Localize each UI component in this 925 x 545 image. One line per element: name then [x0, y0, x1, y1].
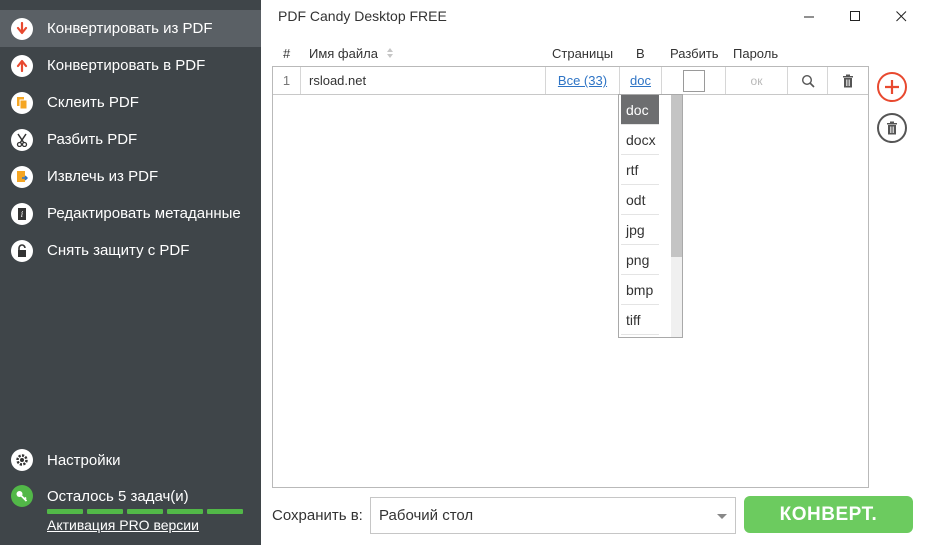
row-pages-cell: Все (33): [545, 67, 620, 94]
sidebar-item-label: Конвертировать в PDF: [47, 57, 206, 74]
format-option-bmp[interactable]: bmp: [621, 275, 659, 305]
format-option-docx[interactable]: docx: [621, 125, 659, 155]
dropdown-scrollbar-thumb[interactable]: [671, 95, 682, 257]
trash-icon: [887, 121, 897, 135]
preview-button[interactable]: [788, 67, 828, 94]
magnifier-icon: [801, 74, 815, 88]
row-number: 1: [273, 67, 301, 94]
format-option-odt[interactable]: odt: [621, 185, 659, 215]
format-option-tiff[interactable]: tiff: [621, 305, 659, 335]
row-filename: rsload.net: [309, 73, 367, 88]
close-button[interactable]: [878, 0, 924, 32]
format-option-rtf[interactable]: rtf: [621, 155, 659, 185]
tasks-remaining-label: Осталось 5 задач(и): [47, 487, 189, 505]
column-header-password: Пароль: [733, 46, 779, 61]
tasks-progress-bar: [47, 509, 243, 514]
format-option-jpg[interactable]: jpg: [621, 215, 659, 245]
gear-icon: [11, 449, 33, 471]
split-pdf-icon: [11, 128, 33, 151]
sidebar-item-label: Склеить PDF: [47, 94, 139, 111]
edit-metadata-icon: i: [11, 202, 33, 225]
window-title: PDF Candy Desktop FREE: [278, 8, 447, 24]
sidebar-item-merge-pdf[interactable]: Склеить PDF: [0, 84, 261, 121]
svg-text:i: i: [21, 210, 24, 219]
merge-pdf-icon: [11, 91, 33, 114]
clear-all-button[interactable]: [877, 113, 907, 143]
convert-button[interactable]: КОНВЕРТ.: [744, 496, 913, 533]
file-table: 1 rsload.net Все (33) doc ок: [272, 66, 869, 488]
column-header-filename[interactable]: Имя файла: [309, 46, 394, 61]
sidebar-item-settings[interactable]: Настройки: [0, 445, 261, 475]
delete-row-button[interactable]: [828, 67, 868, 94]
sidebar-item-label: Снять защиту с PDF: [47, 242, 190, 259]
trash-icon: [843, 74, 853, 87]
chevron-down-icon: [717, 514, 727, 519]
format-dropdown: doc docx rtf odt jpg png bmp tiff: [618, 94, 683, 338]
column-header-format: В: [636, 46, 645, 61]
format-option-doc[interactable]: doc: [621, 95, 659, 125]
row-format-cell: doc: [620, 67, 662, 94]
convert-from-pdf-icon: [11, 17, 33, 40]
add-file-button[interactable]: [877, 72, 907, 102]
table-row: 1 rsload.net Все (33) doc ок: [273, 67, 868, 95]
format-option-png[interactable]: png: [621, 245, 659, 275]
minimize-icon: [803, 16, 814, 17]
close-icon: [895, 10, 906, 21]
tasks-remaining: Осталось 5 задач(и): [0, 481, 261, 511]
maximize-button[interactable]: [832, 0, 878, 32]
column-header-number: #: [283, 46, 291, 61]
sidebar-item-convert-to-pdf[interactable]: Конвертировать в PDF: [0, 47, 261, 84]
convert-to-pdf-icon: [11, 54, 33, 77]
sidebar-item-edit-metadata[interactable]: i Редактировать метаданные: [0, 195, 261, 232]
maximize-icon: [849, 10, 860, 21]
progress-segment: [87, 509, 123, 514]
progress-segment: [167, 509, 203, 514]
pages-link[interactable]: Все (33): [558, 73, 607, 88]
progress-segment: [207, 509, 243, 514]
plus-icon: [885, 80, 899, 94]
sidebar-item-convert-from-pdf[interactable]: Конвертировать из PDF: [0, 10, 261, 47]
sidebar-item-label: Редактировать метаданные: [47, 205, 241, 222]
progress-segment: [47, 509, 83, 514]
sidebar-item-label: Разбить PDF: [47, 131, 138, 148]
sort-icon: [386, 48, 393, 58]
progress-segment: [127, 509, 163, 514]
sidebar-item-split-pdf[interactable]: Разбить PDF: [0, 121, 261, 158]
unlock-pdf-icon: [11, 239, 33, 262]
save-location-value: Рабочий стол: [379, 507, 474, 524]
sidebar-item-extract-pdf[interactable]: Извлечь из PDF: [0, 158, 261, 195]
format-link[interactable]: doc: [630, 73, 651, 88]
key-icon: [11, 485, 33, 507]
column-header-pages: Страницы: [552, 46, 614, 61]
sidebar-item-label: Конвертировать из PDF: [47, 20, 213, 37]
sidebar-item-unlock-pdf[interactable]: Снять защиту с PDF: [0, 232, 261, 269]
column-header-split: Разбить: [670, 46, 719, 61]
password-ok-button[interactable]: ок: [726, 67, 788, 94]
extract-pdf-icon: [11, 165, 33, 188]
sidebar: Конвертировать из PDF Конвертировать в P…: [0, 0, 261, 545]
minimize-button[interactable]: [786, 0, 832, 32]
row-split-cell: [662, 67, 726, 94]
split-checkbox[interactable]: [682, 69, 705, 92]
sidebar-item-label: Извлечь из PDF: [47, 168, 159, 185]
pro-activation-link[interactable]: Активация PRO версии: [47, 517, 199, 533]
column-header-filename-label: Имя файла: [309, 46, 378, 61]
save-to-label: Сохранить в:: [272, 507, 363, 524]
sidebar-item-label: Настройки: [47, 451, 121, 469]
save-location-select[interactable]: Рабочий стол: [370, 497, 736, 534]
